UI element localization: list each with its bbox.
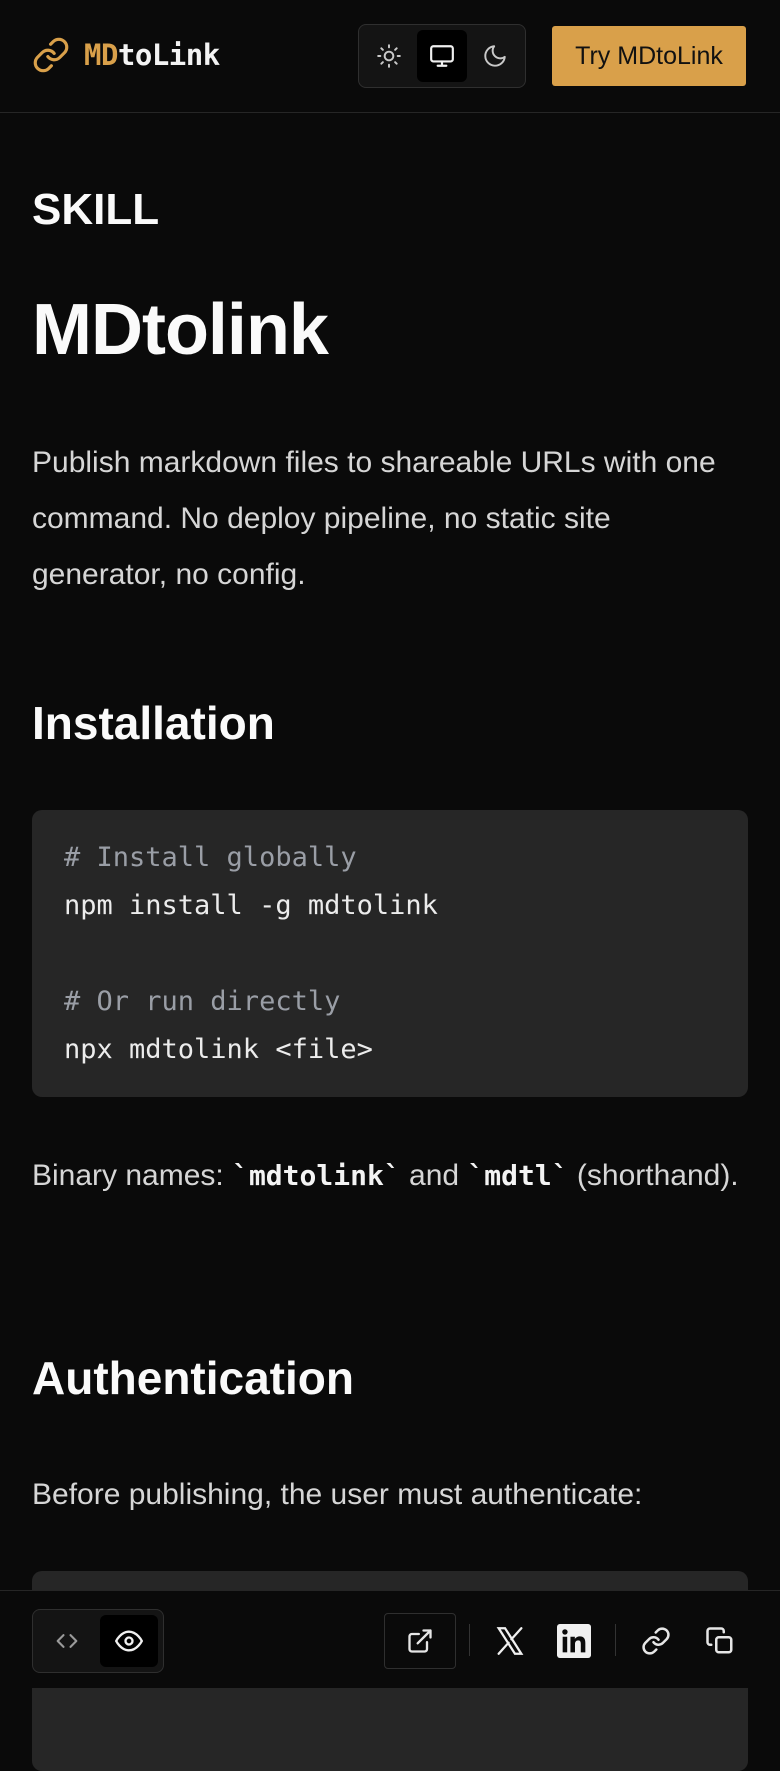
- code-line: npm install -g mdtolink: [64, 890, 438, 921]
- code-line: # Or run directly: [64, 986, 341, 1017]
- binary-names-paragraph: Binary names: `mdtolink` and `mdtl` (sho…: [32, 1148, 748, 1204]
- source-view-button[interactable]: [38, 1615, 96, 1667]
- theme-dark-button[interactable]: [469, 30, 520, 82]
- preview-view-button[interactable]: [100, 1615, 158, 1667]
- copy-icon: [706, 1627, 733, 1654]
- install-code-block[interactable]: # Install globally npm install -g mdtoli…: [32, 810, 748, 1097]
- linkedin-icon: [557, 1624, 591, 1658]
- bottom-toolbar: [0, 1590, 780, 1688]
- share-linkedin-button[interactable]: [546, 1613, 602, 1669]
- article-lead: Publish markdown files to shareable URLs…: [32, 446, 716, 591]
- x-logo-icon: [496, 1627, 524, 1655]
- try-mdtolink-button[interactable]: Try MDtoLink: [552, 26, 746, 86]
- moon-icon: [484, 45, 506, 67]
- copy-link-button[interactable]: [628, 1613, 684, 1669]
- link-icon: [642, 1627, 670, 1655]
- binary-name-mdtolink: `mdtolink`: [232, 1159, 401, 1192]
- open-external-button[interactable]: [384, 1613, 456, 1669]
- sun-icon: [377, 44, 402, 68]
- theme-light-button[interactable]: [364, 30, 415, 82]
- binary-prefix: Binary names:: [32, 1159, 233, 1192]
- authentication-text: Before publishing, the user must authent…: [32, 1478, 643, 1511]
- view-mode-toggle: [32, 1609, 164, 1673]
- code-icon: [56, 1634, 78, 1648]
- logo-text: MDtoLink: [84, 38, 220, 72]
- installation-heading: Installation: [32, 697, 275, 749]
- top-header: MDtoLink Try MDtoLink: [0, 0, 780, 113]
- logo[interactable]: MDtoLink: [32, 36, 220, 74]
- code-line: # Install globally: [64, 842, 357, 873]
- eye-icon: [115, 1630, 143, 1652]
- divider: [615, 1624, 616, 1656]
- article-kicker: SKILL: [32, 185, 160, 234]
- page-title: MDtolink: [32, 290, 329, 370]
- divider: [469, 1624, 470, 1656]
- theme-system-button[interactable]: [416, 30, 468, 82]
- code-line: npx mdtolink <file>: [64, 1034, 373, 1065]
- binary-and: and: [400, 1159, 468, 1192]
- binary-name-mdtl: `mdtl`: [467, 1159, 569, 1192]
- share-x-button[interactable]: [482, 1613, 538, 1669]
- logo-text-rest: toLink: [117, 38, 220, 72]
- copy-content-button[interactable]: [692, 1613, 748, 1669]
- authentication-heading: Authentication: [32, 1352, 354, 1404]
- link-icon: [33, 37, 69, 73]
- external-link-icon: [408, 1629, 432, 1653]
- monitor-icon: [430, 45, 454, 67]
- logo-text-accent: MD: [84, 38, 118, 72]
- theme-switcher: [358, 24, 526, 88]
- binary-suffix: (shorthand).: [568, 1159, 739, 1192]
